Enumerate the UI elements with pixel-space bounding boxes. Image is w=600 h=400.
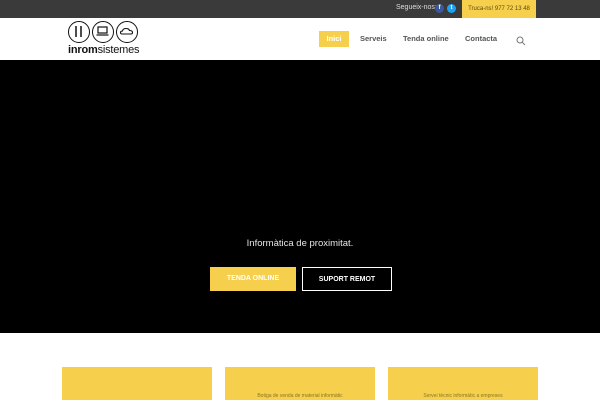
- shop-online-button[interactable]: Tenda online: [210, 267, 296, 291]
- hero-tagline: Informàtica de proximitat.: [246, 238, 354, 249]
- services-cards: Botiga de venda de material informàtic S…: [0, 333, 600, 400]
- nav-inici[interactable]: Inici: [319, 31, 349, 47]
- nav-tenda-online[interactable]: Tenda online: [403, 31, 449, 47]
- phone-box[interactable]: Truca-ns! 977 72 13 48: [462, 0, 536, 18]
- search-icon[interactable]: [516, 33, 526, 46]
- tools-icon: [68, 21, 90, 43]
- hero-section: Informàtica de proximitat. Tenda online …: [0, 60, 600, 333]
- facebook-icon[interactable]: f: [435, 4, 444, 13]
- service-card[interactable]: Servei tècnic informàtic a empreses: [388, 367, 538, 400]
- nav-contacta[interactable]: Contacta: [465, 31, 497, 47]
- service-card[interactable]: Botiga de venda de material informàtic: [225, 367, 375, 400]
- follow-us-label: Segueix-nos:: [396, 4, 437, 11]
- nav-serveis[interactable]: Serveis: [360, 31, 387, 47]
- cloud-icon: [116, 21, 138, 43]
- service-card-text: Servei tècnic informàtic a empreses: [423, 393, 503, 399]
- logo-text-light: sistemes: [97, 44, 140, 56]
- logo-text-bold: inrom: [68, 44, 98, 56]
- service-card[interactable]: [62, 367, 212, 400]
- service-card-text: Botiga de venda de material informàtic: [257, 393, 343, 399]
- logo-text: inromsistemes: [68, 44, 142, 56]
- site-header: inromsistemes Inici Serveis Tenda online…: [0, 18, 600, 60]
- remote-support-button[interactable]: Suport remot: [302, 267, 392, 291]
- top-bar: Segueix-nos: f t Truca-ns! 977 72 13 48: [0, 0, 600, 18]
- laptop-icon: [92, 21, 114, 43]
- twitter-icon[interactable]: t: [447, 4, 456, 13]
- site-logo[interactable]: inromsistemes: [68, 21, 142, 57]
- logo-icons: [68, 21, 142, 43]
